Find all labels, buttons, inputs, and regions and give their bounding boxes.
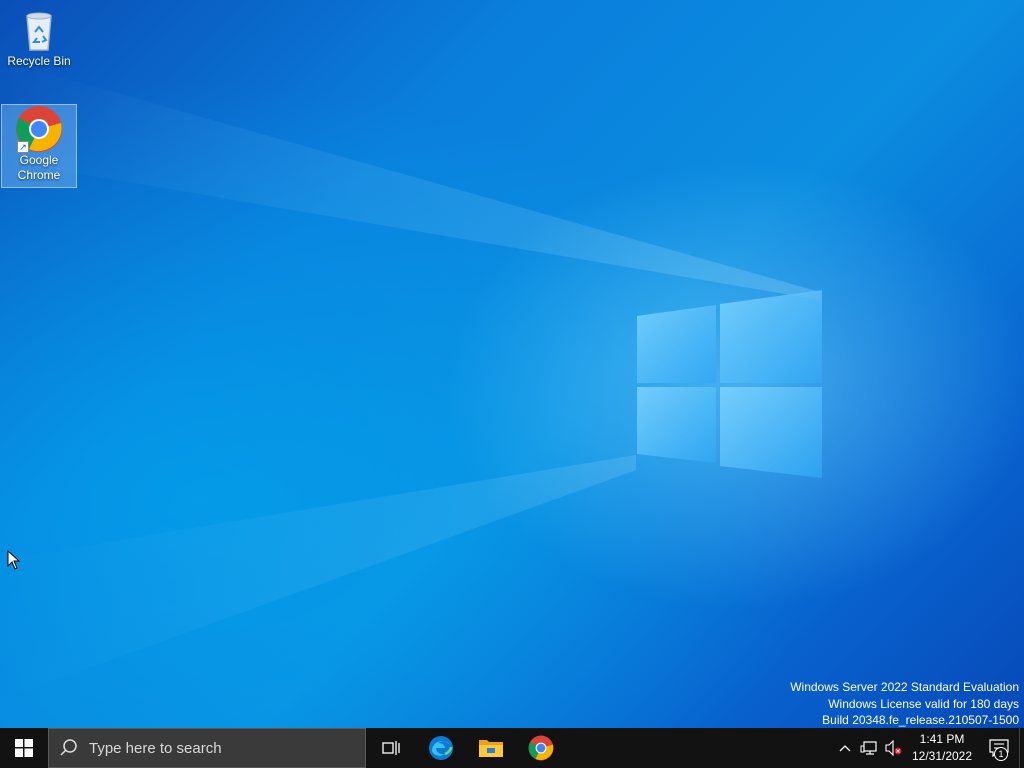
mouse-cursor-icon — [7, 550, 21, 570]
task-view-button[interactable] — [366, 728, 416, 768]
edge-taskbar-button[interactable] — [416, 728, 466, 768]
chevron-up-icon — [839, 745, 851, 752]
show-desktop-button[interactable] — [1019, 728, 1024, 768]
chrome-taskbar-button[interactable] — [516, 728, 566, 768]
task-view-icon — [382, 741, 400, 755]
file-explorer-taskbar-button[interactable] — [466, 728, 516, 768]
system-tray: 1:41 PM 12/31/2022 1 — [833, 728, 1024, 768]
desktop-icon-label: Recycle Bin — [7, 54, 71, 68]
network-button[interactable] — [857, 728, 881, 768]
recycle-bin-icon — [15, 6, 63, 54]
windows-start-icon — [15, 739, 33, 757]
watermark-edition: Windows Server 2022 Standard Evaluation — [790, 680, 1019, 694]
chrome-icon — [528, 735, 554, 761]
desktop-icon-google-chrome[interactable]: ↗ Google Chrome — [1, 104, 77, 188]
volume-muted-icon — [885, 740, 902, 756]
wallpaper-windows-logo — [0, 60, 822, 700]
search-input[interactable]: Type here to search — [48, 728, 366, 768]
shortcut-arrow-icon: ↗ — [17, 141, 29, 153]
action-center-button[interactable]: 1 — [979, 728, 1019, 768]
windows-watermark: Windows Server 2022 Standard Evaluation … — [790, 679, 1019, 729]
notification-count-badge: 1 — [994, 747, 1008, 761]
clock-button[interactable]: 1:41 PM 12/31/2022 — [905, 731, 979, 765]
show-hidden-icons-button[interactable] — [833, 728, 857, 768]
network-icon — [860, 741, 877, 755]
volume-button[interactable] — [881, 728, 905, 768]
desktop-icon-label: Google Chrome — [17, 153, 61, 182]
search-icon — [60, 739, 77, 756]
clock-time: 1:41 PM — [919, 732, 965, 746]
watermark-build: Build 20348.fe_release.210507-1500 — [822, 713, 1019, 727]
chrome-icon: ↗ — [15, 105, 63, 153]
start-button[interactable] — [0, 728, 48, 768]
edge-icon — [429, 736, 453, 760]
watermark-license: Windows License valid for 180 days — [828, 696, 1019, 711]
file-explorer-icon — [479, 740, 503, 757]
search-placeholder: Type here to search — [89, 739, 222, 757]
desktop-icon-recycle-bin[interactable]: Recycle Bin — [1, 6, 77, 76]
taskbar: Type here to search 1:41 PM 12/31/2022 1 — [0, 728, 1024, 768]
clock-date: 12/31/2022 — [911, 749, 973, 763]
